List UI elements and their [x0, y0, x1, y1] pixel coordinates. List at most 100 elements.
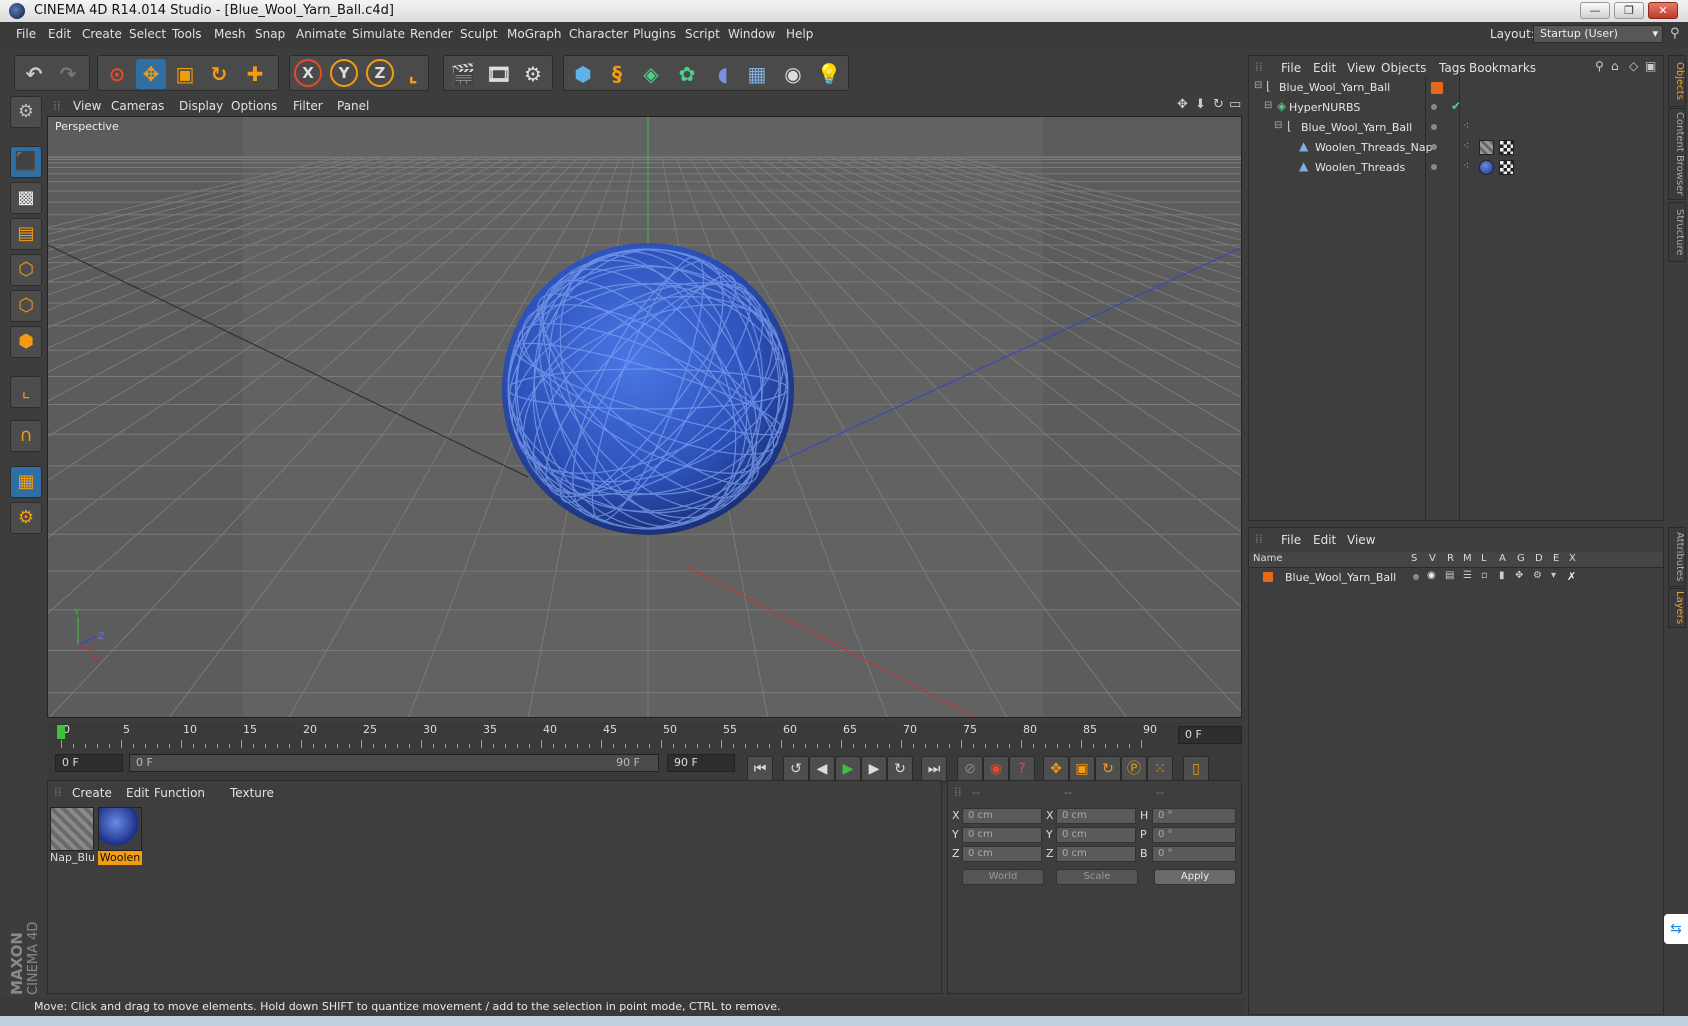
current-frame-field[interactable]: 0 F	[1178, 726, 1242, 744]
layer-row[interactable]: Blue_Wool_Yarn_Ball ◉ ▤ ☰ ▫ ▮ ✥ ⚙ ▾ ✗	[1249, 569, 1663, 587]
menu-create[interactable]: Create	[82, 27, 122, 41]
menu-script[interactable]: Script	[685, 27, 720, 41]
menu-select[interactable]: Select	[129, 27, 166, 41]
coordinate-system-icon[interactable]: ⌞	[398, 59, 428, 89]
tab-objects[interactable]: Objects	[1668, 55, 1686, 107]
new-window-icon[interactable]: ▣	[1645, 59, 1656, 73]
col-expressions[interactable]: E	[1553, 553, 1559, 564]
tab-content-browser[interactable]: Content Browser	[1668, 108, 1686, 200]
objects-menu-objects[interactable]: Objects	[1381, 61, 1426, 75]
layers-menu-edit[interactable]: Edit	[1313, 533, 1336, 547]
pos-x-field[interactable]: 0 cm	[962, 808, 1042, 824]
material-menu-function[interactable]: Function	[154, 786, 205, 800]
add-icon[interactable]: ✚	[240, 59, 270, 89]
timeline-ruler[interactable]: 0 5 10 15 20 25 30 35 40 45 50 55 60 65 70 75 80 85 90	[47, 722, 1242, 752]
record-keys-icon[interactable]: ⊘	[957, 756, 983, 782]
move-icon[interactable]: ✥	[136, 59, 166, 89]
col-animation[interactable]: A	[1499, 553, 1506, 564]
object-row[interactable]: ⊟ ◈ HyperNURBS ✔	[1249, 98, 1663, 118]
magnet-icon[interactable]: ∩	[10, 420, 42, 452]
z-axis-icon[interactable]: Z	[366, 59, 394, 87]
tag-icon[interactable]: ⁖	[1463, 139, 1469, 152]
render-settings-icon[interactable]: ⚙	[518, 59, 548, 89]
perspective-viewport[interactable]: Y Z X Perspective	[47, 116, 1242, 718]
objects-menu-file[interactable]: File	[1281, 61, 1301, 75]
select-cursor-icon[interactable]: ⊙	[102, 59, 132, 89]
viewport-maximize-icon[interactable]: ▭	[1229, 97, 1241, 112]
tab-structure[interactable]: Structure	[1668, 202, 1686, 262]
layer-color-icon[interactable]	[1263, 572, 1273, 582]
key-position-icon[interactable]: ✥	[1043, 756, 1069, 782]
size-z-field[interactable]: 0 cm	[1056, 846, 1136, 862]
object-row[interactable]: ▲ Woolen_Threads ⁖	[1249, 158, 1663, 178]
col-locked[interactable]: L	[1481, 553, 1487, 564]
size-x-field[interactable]: 0 cm	[1056, 808, 1136, 824]
visibility-dot[interactable]	[1431, 104, 1437, 110]
col-render[interactable]: R	[1447, 553, 1454, 564]
model-mode-icon[interactable]: ⚙	[10, 96, 42, 128]
rot-p-field[interactable]: 0 °	[1152, 827, 1236, 843]
timeline-window-icon[interactable]: ▯	[1183, 756, 1209, 782]
material-thumb-nap[interactable]	[50, 807, 94, 851]
visibility-dot[interactable]	[1431, 144, 1437, 150]
tab-attributes[interactable]: Attributes	[1668, 527, 1686, 587]
redo-icon[interactable]: ↷	[53, 59, 83, 89]
objects-menu-bookmarks[interactable]: Bookmarks	[1469, 61, 1536, 75]
menu-simulate[interactable]: Simulate	[352, 27, 405, 41]
next-key-icon[interactable]: ↻	[887, 756, 913, 782]
material-menu-create[interactable]: Create	[72, 786, 112, 800]
close-button[interactable]: ✕	[1648, 2, 1678, 19]
menu-animate[interactable]: Animate	[296, 27, 346, 41]
visibility-dot[interactable]	[1431, 124, 1437, 130]
material-tag-nap[interactable]	[1479, 140, 1494, 155]
collapse-icon[interactable]: ⊟	[1264, 100, 1272, 111]
cube-icon[interactable]: ⬢	[568, 59, 598, 89]
teamviewer-icon[interactable]: ⇆	[1664, 914, 1688, 944]
object-mode-icon[interactable]: ⬛	[10, 146, 42, 178]
go-to-end-icon[interactable]: ⏭	[921, 756, 947, 782]
play-icon[interactable]: ▶	[835, 756, 861, 782]
size-y-field[interactable]: 0 cm	[1056, 827, 1136, 843]
uvw-tag-icon[interactable]	[1499, 160, 1514, 175]
size-mode-select[interactable]: Scale	[1056, 869, 1138, 885]
layout-select[interactable]: Startup (User) ▾	[1533, 25, 1663, 43]
uvw-tag-icon[interactable]	[1499, 140, 1514, 155]
nurbs-icon[interactable]: ◈	[636, 59, 666, 89]
visibility-dot[interactable]	[1431, 164, 1437, 170]
end-frame-field[interactable]: 90 F	[667, 754, 735, 772]
menu-mograph[interactable]: MoGraph	[507, 27, 562, 41]
checkmark-icon[interactable]: ✔	[1451, 99, 1461, 113]
col-manager[interactable]: M	[1463, 553, 1472, 564]
rot-h-field[interactable]: 0 °	[1152, 808, 1236, 824]
col-xref[interactable]: X	[1569, 553, 1576, 564]
menu-window[interactable]: Window	[728, 27, 775, 41]
start-frame-field[interactable]: 0 F	[55, 754, 123, 772]
snap-settings-icon[interactable]: ⚙	[10, 502, 42, 534]
key-scale-icon[interactable]: ▣	[1069, 756, 1095, 782]
scale-icon[interactable]: ▣	[170, 59, 200, 89]
polygons-mode-icon[interactable]: ⬢	[10, 326, 42, 358]
menu-edit[interactable]: Edit	[48, 27, 71, 41]
layer-color-icon[interactable]	[1431, 82, 1443, 94]
menu-snap[interactable]: Snap	[255, 27, 285, 41]
animation-icon[interactable]: ▮	[1499, 570, 1505, 581]
material-tag-woolen[interactable]	[1479, 160, 1494, 175]
undo-icon[interactable]: ↶	[19, 59, 49, 89]
prev-frame-icon[interactable]: ◀	[809, 756, 835, 782]
render-icon[interactable]: ▤	[1445, 570, 1454, 581]
key-pla-icon[interactable]: ⁙	[1147, 756, 1173, 782]
col-generators[interactable]: G	[1517, 553, 1525, 564]
viewport-zoom-icon[interactable]: ⬇	[1195, 97, 1206, 112]
home-icon[interactable]: ⌂	[1611, 59, 1619, 73]
menu-mesh[interactable]: Mesh	[214, 27, 246, 41]
texture-mode-icon[interactable]: ▩	[10, 182, 42, 214]
playhead[interactable]	[57, 725, 65, 739]
col-view[interactable]: V	[1429, 553, 1436, 564]
key-parameter-icon[interactable]: Ⓟ	[1121, 756, 1147, 782]
tab-layers[interactable]: Layers	[1668, 588, 1686, 628]
menu-file[interactable]: File	[16, 27, 36, 41]
pos-z-field[interactable]: 0 cm	[962, 846, 1042, 862]
object-row[interactable]: ▲ Woolen_Threads_Nap ⁖	[1249, 138, 1663, 158]
col-name[interactable]: Name	[1253, 553, 1283, 564]
back-icon[interactable]: ◇	[1629, 59, 1638, 73]
